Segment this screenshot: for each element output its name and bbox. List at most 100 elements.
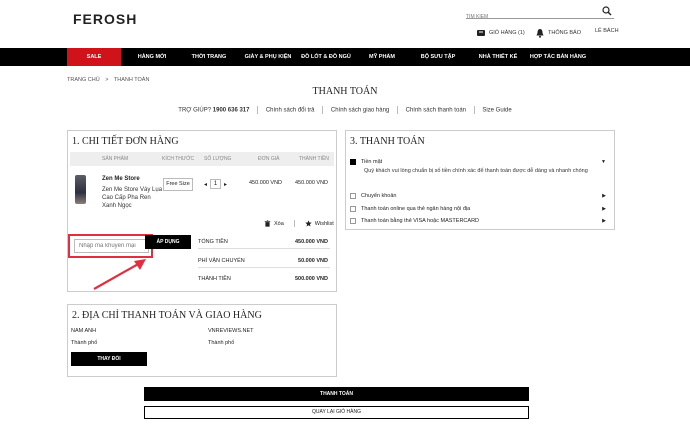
nav-item-fashion[interactable]: THỜI TRANG [183, 48, 235, 66]
site-header: FEROSH GIỎ HÀNG (1) THÔNG BÁO LÊ BÁCH [0, 0, 690, 48]
qty-value[interactable]: 1 [210, 179, 222, 189]
col-total: THÀNH TIỀN [299, 156, 329, 162]
notification-label: THÔNG BÁO [548, 30, 582, 36]
search-box[interactable] [466, 5, 614, 24]
payment-note: Quý khách vui lòng chuẩn bị số tiền chín… [364, 168, 588, 174]
payment-option-label: Thanh toán online qua thẻ ngân hàng nội … [361, 206, 471, 212]
brand-logo[interactable]: FEROSH [73, 11, 137, 27]
address-panel: 2. ĐỊA CHỈ THANH TOÁN VÀ GIAO HÀNG NAM A… [67, 304, 337, 377]
nav-item-shoes[interactable]: GIÀY & PHỤ KIỆN [240, 48, 296, 66]
unit-price: 450.000 VND [249, 180, 283, 186]
wishlist-button[interactable]: Wishlist [305, 220, 334, 227]
divider [322, 106, 324, 114]
wishlist-label: Wishlist [314, 220, 334, 227]
checkbox-visa[interactable] [350, 218, 356, 224]
payment-option-label: Chuyển khoản [361, 193, 397, 199]
payment-title: 3. THANH TOÁN [350, 136, 425, 147]
divider [396, 106, 398, 114]
delete-button[interactable]: Xóa [264, 220, 284, 227]
billing-city: Thành phố [71, 340, 98, 346]
payment-option-visa[interactable]: Thanh toán bằng thẻ VISA hoặc MASTERCARD [350, 218, 479, 224]
total-label: THÀNH TIỀN [198, 276, 231, 282]
col-qty: SỐ LƯỢNG [204, 156, 232, 162]
size-selector[interactable]: Free Size [163, 178, 193, 191]
col-product: SẢN PHẨM [102, 156, 129, 162]
page-title: THANH TOÁN [312, 86, 378, 97]
star-icon [305, 220, 312, 227]
nav-item-affiliate[interactable]: HỢP TÁC BÁN HÀNG [526, 48, 590, 66]
payment-option-label: Tiền mặt [361, 159, 383, 165]
payment-option-label: Thanh toán bằng thẻ VISA hoặc MASTERCARD [361, 218, 480, 224]
help-label: TRỢ GIÚP? [178, 107, 212, 114]
qty-increase-button[interactable]: ▸ [224, 181, 227, 188]
user-link[interactable]: LÊ BÁCH [595, 28, 619, 34]
help-link-shipping[interactable]: Chính sách giao hàng [331, 108, 389, 114]
trash-icon [264, 220, 271, 227]
payment-option-cash[interactable]: Tiền mặt [350, 159, 382, 165]
chevron-right-icon[interactable]: ▶ [602, 193, 606, 199]
nav-item-new[interactable]: HÀNG MỚI [130, 48, 174, 66]
shipping-label: PHÍ VẬN CHUYỂN [198, 258, 245, 264]
shipping-value: 50.000 VND [298, 258, 328, 264]
billing-name: NAM ANH [71, 328, 97, 334]
change-address-button[interactable]: THAY ĐỔI [71, 352, 147, 366]
breadcrumb-separator: > [105, 77, 109, 83]
shipping-name: VNREVIEWS.NET [208, 328, 254, 334]
nav-item-collection[interactable]: BỘ SƯU TẬP [413, 48, 463, 66]
address-title: 2. ĐỊA CHỈ THANH TOÁN VÀ GIAO HÀNG [72, 310, 262, 321]
subtotal-label: TỔNG TIỀN [198, 239, 228, 245]
checkbox-domestic-card[interactable] [350, 206, 356, 212]
item-actions: Xóa Wishlist [264, 220, 334, 227]
nav-item-sale[interactable]: SALE [67, 48, 121, 66]
bell-icon [536, 29, 544, 38]
nav-item-designer[interactable]: NHÀ THIẾT KẾ [470, 48, 526, 66]
back-to-cart-button[interactable]: QUAY LẠI GIỎ HÀNG [144, 406, 529, 419]
product-description: Zen Me Store Váy Lụa Cao Cấp Pha Ren Xan… [102, 187, 163, 209]
help-phone[interactable]: 1900 636 317 [213, 108, 250, 114]
breadcrumb-current: THANH TOÁN [113, 77, 150, 83]
delete-label: Xóa [274, 220, 284, 227]
help-bar: TRỢ GIÚP? 1900 636 317 Chính sách đổi tr… [0, 106, 690, 114]
breadcrumb: TRANG CHỦ > THANH TOÁN [67, 77, 149, 83]
cart-label: GIỎ HÀNG (1) [489, 30, 525, 36]
product-thumbnail[interactable] [75, 175, 86, 204]
divider [473, 106, 475, 114]
cart-icon [477, 30, 485, 36]
nav-item-cosmetics[interactable]: MỸ PHẨM [362, 48, 402, 66]
checkbox-cash[interactable] [350, 159, 356, 165]
checkbox-transfer[interactable] [350, 193, 356, 199]
summary-shipping: PHÍ VẬN CHUYỂN 50.000 VND [198, 256, 330, 268]
col-size: KÍCH THƯỚC [162, 156, 195, 162]
col-unit-price: ĐƠN GIÁ [258, 156, 280, 162]
total-value: 500.000 VND [294, 276, 328, 282]
cart-link[interactable]: GIỎ HÀNG (1) [476, 28, 525, 38]
summary-subtotal: TỔNG TIỀN 450.000 VND [198, 237, 330, 249]
checkout-button[interactable]: THANH TOÁN [144, 387, 529, 401]
help-link-size-guide[interactable]: Size Guide [482, 108, 511, 114]
promo-code-input[interactable] [74, 239, 149, 253]
chevron-right-icon[interactable]: ▶ [602, 206, 606, 212]
summary-total: THÀNH TIỀN 500.000 VND [198, 274, 330, 286]
quantity-stepper: ◂ 1 ▸ [204, 179, 227, 189]
chevron-down-icon[interactable]: ▼ [601, 159, 606, 165]
subtotal-value: 450.000 VND [294, 239, 328, 245]
line-total: 450.000 VND [295, 180, 329, 186]
chevron-right-icon[interactable]: ▶ [602, 218, 606, 224]
help-link-returns[interactable]: Chính sách đổi trả [266, 108, 315, 114]
qty-decrease-button[interactable]: ◂ [204, 181, 207, 188]
divider [257, 106, 259, 114]
product-name[interactable]: Zen Me Store [102, 176, 140, 182]
divider [293, 220, 295, 227]
help-link-payment[interactable]: Chính sách thanh toán [406, 108, 466, 114]
promo-highlight-box [68, 234, 153, 258]
nav-item-lingerie[interactable]: ĐỒ LÓT & ĐỒ NGỦ [298, 48, 354, 66]
payment-option-transfer[interactable]: Chuyển khoản [350, 193, 396, 199]
payment-option-domestic-card[interactable]: Thanh toán online qua thẻ ngân hàng nội … [350, 206, 470, 212]
notification-link[interactable]: THÔNG BÁO [535, 28, 581, 38]
search-input[interactable] [466, 10, 596, 24]
annotation-arrow-icon [93, 259, 146, 290]
search-icon[interactable] [602, 6, 612, 16]
order-table-header: SẢN PHẨM KÍCH THƯỚC SỐ LƯỢNG ĐƠN GIÁ THÀ… [70, 152, 334, 166]
breadcrumb-home[interactable]: TRANG CHỦ [67, 77, 100, 83]
apply-promo-button[interactable]: ÁP DỤNG [145, 235, 191, 249]
